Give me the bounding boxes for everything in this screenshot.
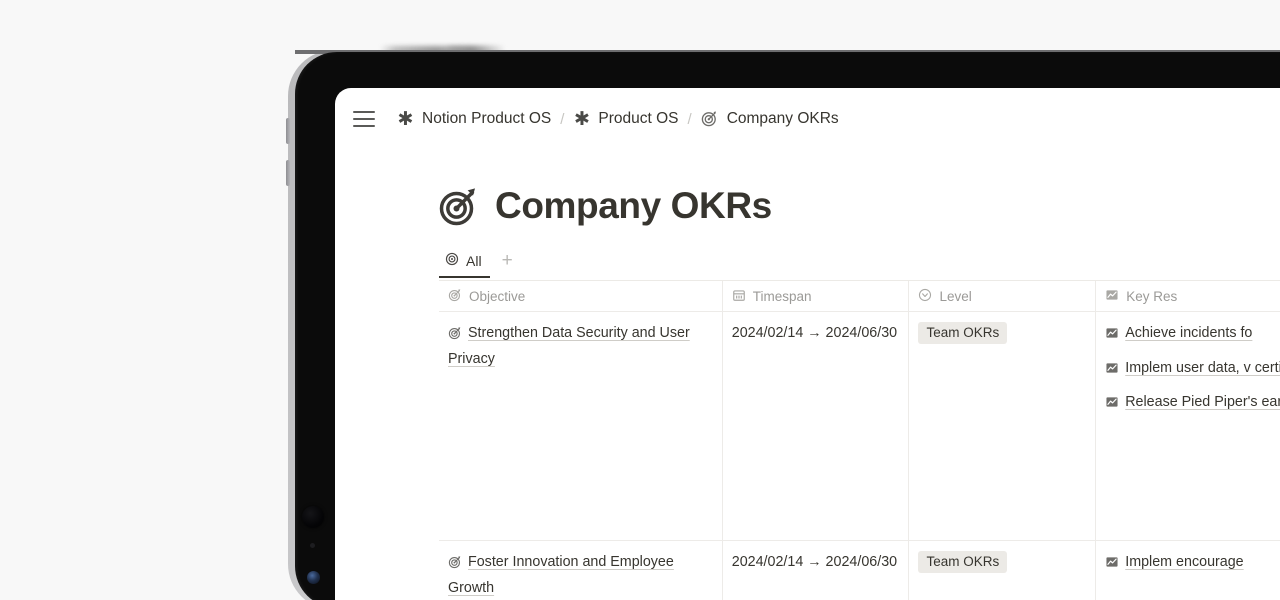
select-chevron-icon xyxy=(918,288,932,305)
breadcrumb-item-notion-product-os[interactable]: ✱ Notion Product OS xyxy=(397,110,551,128)
page-title: Company OKRs xyxy=(495,185,772,227)
camera-lens-icon xyxy=(302,506,324,528)
cell-timespan[interactable]: 2024/02/14 → 2024/06/30 xyxy=(723,312,910,540)
okr-table: Objective Timespan xyxy=(439,281,1280,600)
cell-level[interactable]: Team OKRs xyxy=(909,541,1096,600)
objective-link[interactable]: Foster Innovation and Employee Growth xyxy=(448,554,674,596)
bar-chart-icon xyxy=(1105,288,1119,305)
key-result-text: Implem user data, v certification xyxy=(1125,360,1280,376)
key-result-item[interactable]: Release Pied Piper's earning a p 5 from … xyxy=(1105,391,1280,417)
tab-label: All xyxy=(466,253,482,269)
cell-timespan[interactable]: 2024/02/14 → 2024/06/30 xyxy=(723,541,910,600)
key-result-text: Achieve incidents fo xyxy=(1125,325,1252,341)
notion-asterisk-icon: ✱ xyxy=(397,111,414,128)
tablet-screen: ✱ Notion Product OS / ✱ Product OS / xyxy=(335,88,1280,600)
breadcrumb-item-product-os[interactable]: ✱ Product OS xyxy=(573,110,678,128)
target-icon xyxy=(448,288,462,305)
target-icon[interactable] xyxy=(439,186,479,226)
notion-asterisk-icon: ✱ xyxy=(573,111,590,128)
breadcrumb-label: Notion Product OS xyxy=(422,110,551,128)
column-header-timespan[interactable]: Timespan xyxy=(723,281,910,311)
key-result-text: Implem encourage xyxy=(1125,554,1243,570)
key-result-item[interactable]: Achieve incidents fo xyxy=(1105,322,1280,348)
sensor-dot-icon xyxy=(310,543,315,548)
top-bar: ✱ Notion Product OS / ✱ Product OS / xyxy=(335,88,1280,150)
key-result-item[interactable]: Implem encourage xyxy=(1105,551,1280,577)
status-badge: Team OKRs xyxy=(918,322,1007,344)
page-header: Company OKRs xyxy=(439,185,772,227)
key-result-item[interactable]: Implem user data, v certification xyxy=(1105,357,1280,383)
column-header-label: Objective xyxy=(469,289,525,304)
column-header-objective[interactable]: Objective xyxy=(439,281,723,311)
view-tabs: All + xyxy=(439,248,521,278)
tab-all[interactable]: All xyxy=(439,248,490,278)
column-header-level[interactable]: Level xyxy=(909,281,1096,311)
column-header-key-results[interactable]: Key Res xyxy=(1096,281,1280,311)
key-result-text: Release Pied Piper's earning a p 5 from … xyxy=(1125,394,1280,410)
target-icon xyxy=(701,110,719,128)
table-row[interactable]: Foster Innovation and Employee Growth 20… xyxy=(439,541,1280,600)
column-header-label: Level xyxy=(939,289,971,304)
screenshot-stage: ✱ Notion Product OS / ✱ Product OS / xyxy=(0,0,1280,600)
timespan-value: 2024/02/14 → 2024/06/30 xyxy=(732,554,897,570)
target-icon xyxy=(448,554,462,577)
front-camera-icon xyxy=(307,571,320,584)
target-icon xyxy=(445,252,459,269)
breadcrumb-item-company-okrs[interactable]: Company OKRs xyxy=(701,110,839,128)
volume-up-button[interactable] xyxy=(286,118,290,144)
cell-level[interactable]: Team OKRs xyxy=(909,312,1096,540)
breadcrumb-separator: / xyxy=(688,111,692,128)
objective-link[interactable]: Strengthen Data Security and User Privac… xyxy=(448,325,690,367)
bar-chart-icon xyxy=(1105,325,1119,348)
cell-objective[interactable]: Strengthen Data Security and User Privac… xyxy=(439,312,723,540)
calendar-icon xyxy=(732,288,746,305)
column-header-label: Timespan xyxy=(753,289,812,304)
table-row[interactable]: Strengthen Data Security and User Privac… xyxy=(439,312,1280,541)
add-view-button[interactable]: + xyxy=(494,251,521,276)
cell-key-results[interactable]: Implem encourage xyxy=(1096,541,1280,600)
cell-key-results[interactable]: Achieve incidents fo Implem user data, v… xyxy=(1096,312,1280,540)
table-header-row: Objective Timespan xyxy=(439,281,1280,312)
breadcrumb-separator: / xyxy=(560,111,564,128)
hamburger-menu-icon[interactable] xyxy=(353,111,375,127)
breadcrumb-label: Company OKRs xyxy=(727,110,839,128)
status-badge: Team OKRs xyxy=(918,551,1007,573)
target-icon xyxy=(448,325,462,348)
column-header-label: Key Res xyxy=(1126,289,1177,304)
bar-chart-icon xyxy=(1105,394,1119,417)
breadcrumb-label: Product OS xyxy=(598,110,678,128)
cell-objective[interactable]: Foster Innovation and Employee Growth xyxy=(439,541,723,600)
timespan-value: 2024/02/14 → 2024/06/30 xyxy=(732,325,897,341)
bar-chart-icon xyxy=(1105,360,1119,383)
volume-down-button[interactable] xyxy=(286,160,290,186)
bar-chart-icon xyxy=(1105,554,1119,577)
